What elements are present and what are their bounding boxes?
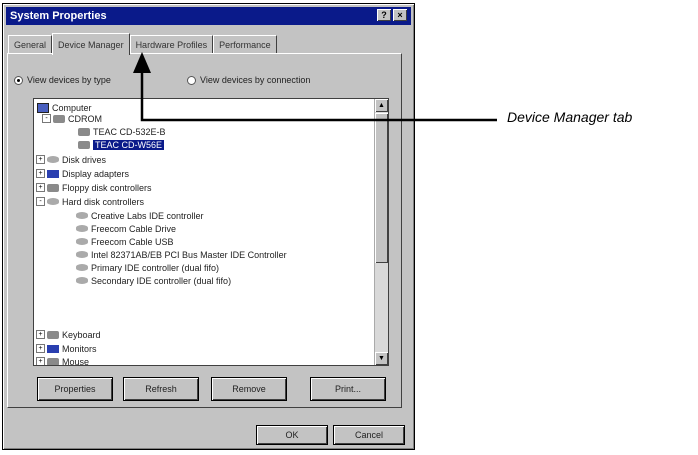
controller-icon: [76, 264, 88, 271]
floppy-icon: [47, 183, 59, 192]
tree-item[interactable]: Secondary IDE controller (dual fifo): [76, 275, 231, 286]
tree-item[interactable]: Computer: [37, 102, 92, 113]
close-button[interactable]: ×: [393, 9, 407, 21]
expand-expander[interactable]: +: [36, 357, 45, 365]
tree-item[interactable]: + Display adapters: [36, 168, 129, 179]
scroll-up-button[interactable]: ▲: [375, 99, 388, 112]
view-by-type-option[interactable]: View devices by type: [14, 75, 111, 85]
print-button[interactable]: Print...: [311, 378, 385, 400]
tree-item[interactable]: Freecom Cable Drive: [76, 223, 176, 234]
remove-button[interactable]: Remove: [212, 378, 286, 400]
view-by-type-label: View devices by type: [27, 75, 111, 85]
vertical-scrollbar[interactable]: ▲ ▼: [374, 99, 388, 365]
tree-item[interactable]: + Disk drives: [36, 154, 106, 165]
scroll-down-button[interactable]: ▼: [375, 352, 388, 365]
monitor-icon: [47, 344, 59, 353]
tree-item[interactable]: + Monitors: [36, 343, 97, 354]
tree-item[interactable]: + Floppy disk controllers: [36, 182, 152, 193]
cdrom-icon: [78, 140, 90, 149]
mouse-icon: [47, 357, 59, 365]
controller-icon: [47, 198, 59, 205]
expand-expander[interactable]: +: [36, 183, 45, 192]
title-bar[interactable]: System Properties ? ×: [6, 7, 411, 25]
tab-strip: General Device Manager Hardware Profiles…: [8, 33, 277, 55]
keyboard-icon: [47, 330, 59, 339]
view-by-connection-label: View devices by connection: [200, 75, 311, 85]
tree-item[interactable]: TEAC CD-532E-B: [78, 126, 166, 137]
tree-item[interactable]: Primary IDE controller (dual fifo): [76, 262, 219, 273]
controller-icon: [76, 225, 88, 232]
disk-icon: [47, 156, 59, 163]
device-tree[interactable]: Computer - CDROM TEAC CD-532E-B TEAC CD-…: [33, 98, 389, 366]
refresh-button[interactable]: Refresh: [124, 378, 198, 400]
tree-item[interactable]: Intel 82371AB/EB PCI Bus Master IDE Cont…: [76, 249, 287, 260]
tree-item[interactable]: - Hard disk controllers: [36, 196, 144, 207]
expand-expander[interactable]: +: [36, 169, 45, 178]
tree-item[interactable]: - CDROM: [42, 113, 102, 124]
expand-expander[interactable]: +: [36, 344, 45, 353]
tree-item[interactable]: Creative Labs IDE controller: [76, 210, 204, 221]
window-title: System Properties: [10, 10, 107, 22]
help-button[interactable]: ?: [377, 9, 391, 21]
display-icon: [47, 169, 59, 178]
cdrom-icon: [78, 127, 90, 136]
ok-button[interactable]: OK: [257, 426, 327, 444]
controller-icon: [76, 251, 88, 258]
properties-button[interactable]: Properties: [38, 378, 112, 400]
cdrom-icon: [53, 114, 65, 123]
collapse-expander[interactable]: -: [36, 197, 45, 206]
tab-hardware-profiles[interactable]: Hardware Profiles: [129, 35, 214, 54]
radio-by-connection[interactable]: [187, 75, 196, 85]
controller-icon: [76, 238, 88, 245]
scroll-thumb[interactable]: [375, 113, 388, 263]
view-by-connection-option[interactable]: View devices by connection: [187, 75, 310, 85]
cancel-button[interactable]: Cancel: [334, 426, 404, 444]
radio-by-type[interactable]: [14, 75, 23, 85]
tree-item[interactable]: Freecom Cable USB: [76, 236, 174, 247]
controller-icon: [76, 212, 88, 219]
tree-item-selected[interactable]: TEAC CD-W56E: [78, 139, 165, 150]
expand-expander[interactable]: +: [36, 155, 45, 164]
computer-icon: [37, 102, 49, 113]
collapse-expander[interactable]: -: [42, 114, 51, 123]
tab-device-manager[interactable]: Device Manager: [52, 33, 130, 55]
tab-performance[interactable]: Performance: [213, 35, 277, 54]
tree-item[interactable]: + Mouse: [36, 356, 89, 365]
tree-item[interactable]: + Keyboard: [36, 329, 101, 340]
tab-general[interactable]: General: [8, 35, 53, 54]
callout-label: Device Manager tab: [507, 109, 633, 125]
expand-expander[interactable]: +: [36, 330, 45, 339]
controller-icon: [76, 277, 88, 284]
